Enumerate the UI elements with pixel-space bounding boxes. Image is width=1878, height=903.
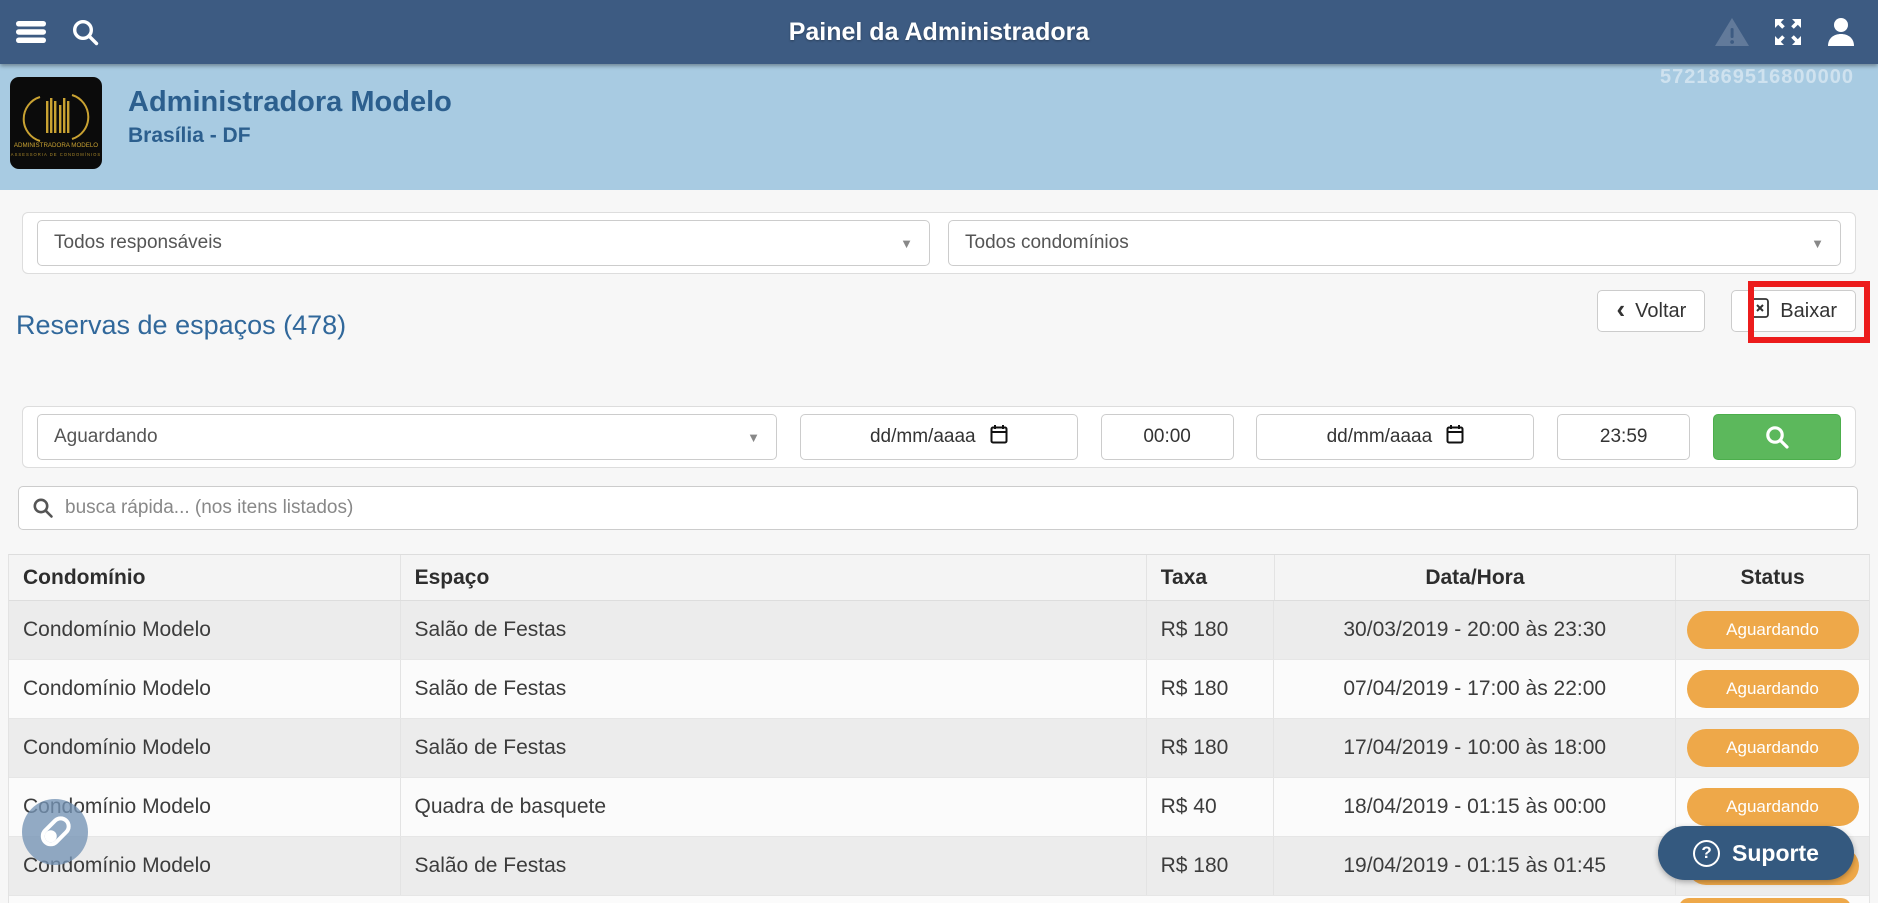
suporte-label: Suporte: [1732, 839, 1819, 866]
cell-espaco: Salão de Festas: [401, 660, 1147, 718]
search-icon[interactable]: [70, 17, 100, 47]
voltar-button[interactable]: ‹ Voltar: [1597, 290, 1706, 332]
condominios-select-value: Todos condomínios: [965, 232, 1129, 253]
chevron-down-icon: ▼: [747, 429, 760, 445]
cell-condominio: Condomínio Modelo: [9, 601, 401, 659]
reservations-table: Condomínio Espaço Taxa Data/Hora Status …: [8, 554, 1870, 903]
cell-taxa: R$ 180: [1147, 719, 1275, 777]
administrator-name: Administradora Modelo: [128, 86, 452, 118]
responsaveis-select-value: Todos responsáveis: [54, 232, 222, 253]
fullscreen-expand-icon[interactable]: [1772, 16, 1804, 48]
chevron-down-icon: ▼: [1811, 235, 1824, 251]
cell-espaco: Quadra de basquete: [401, 778, 1147, 836]
cell-status: Aguardando: [1676, 719, 1869, 777]
cell-taxa: R$ 180: [1147, 837, 1275, 895]
user-profile-icon[interactable]: [1826, 16, 1856, 48]
top-navbar: Painel da Administradora: [0, 0, 1878, 64]
header-espaco: Espaço: [401, 555, 1147, 600]
company-logo: ADMINISTRADORA MODELO ASSESSORIA DE COND…: [10, 77, 102, 169]
status-select-value: Aguardando: [54, 426, 158, 447]
status-select[interactable]: Aguardando ▼: [37, 414, 777, 460]
quick-search-input[interactable]: [18, 486, 1858, 530]
condominios-select[interactable]: Todos condomínios ▼: [948, 220, 1841, 266]
cell-datahora: 18/04/2019 - 01:15 às 00:00: [1274, 778, 1676, 836]
search-icon: [1766, 426, 1789, 449]
time-end-input[interactable]: [1557, 414, 1691, 460]
header-taxa: Taxa: [1147, 555, 1275, 600]
status-badge: Aguardando: [1686, 788, 1859, 826]
header-condominio: Condomínio: [9, 555, 401, 600]
baixar-label: Baixar: [1780, 299, 1837, 322]
page-title: Painel da Administradora: [788, 17, 1090, 46]
top-filters-card: Todos responsáveis ▼ Todos condomínios ▼: [22, 212, 1856, 274]
logo-title-text: ADMINISTRADORA MODELO: [14, 142, 98, 149]
cell-espaco: Salão de Festas: [401, 837, 1147, 895]
search-icon: [32, 497, 54, 524]
responsaveis-select[interactable]: Todos responsáveis ▼: [37, 220, 930, 266]
status-badge: [1679, 898, 1851, 903]
header-status: Status: [1740, 565, 1805, 589]
administrator-city: Brasília - DF: [128, 124, 251, 147]
table-row[interactable]: Condomínio Modelo Salão de Festas R$ 180…: [9, 837, 1869, 896]
quick-search: [18, 486, 1858, 530]
cell-status: Aguardando: [1676, 601, 1869, 659]
suporte-button[interactable]: ? Suporte: [1658, 826, 1854, 880]
chevron-left-icon: ‹: [1616, 294, 1626, 324]
chevron-down-icon: ▼: [900, 235, 913, 251]
cell-espaco: Salão de Festas: [401, 601, 1147, 659]
time-start-input[interactable]: [1100, 414, 1234, 460]
cell-condominio: Condomínio Modelo: [9, 660, 401, 718]
header-datahora: Data/Hora: [1275, 555, 1677, 600]
download-file-icon: [1750, 297, 1770, 325]
status-badge: Aguardando: [1686, 611, 1859, 649]
calendar-icon[interactable]: [990, 424, 1008, 450]
table-row[interactable]: Condomínio Modelo Salão de Festas R$ 180…: [9, 660, 1869, 719]
cell-status: Aguardando: [1676, 660, 1869, 718]
voltar-label: Voltar: [1635, 299, 1687, 322]
feedback-widget-button[interactable]: [22, 799, 88, 865]
search-submit-button[interactable]: [1712, 414, 1841, 460]
cell-taxa: R$ 40: [1147, 778, 1275, 836]
table-row[interactable]: Condomínio Modelo Quadra de basquete R$ …: [9, 778, 1869, 837]
watermark-number: 5721869516800000: [1660, 66, 1854, 88]
baixar-button[interactable]: Baixar: [1731, 290, 1856, 332]
date-end-value: dd/mm/aaaa: [1326, 426, 1433, 447]
date-start-input[interactable]: dd/mm/aaaa: [799, 414, 1078, 460]
cell-taxa: R$ 180: [1147, 660, 1275, 718]
main-content: Todos responsáveis ▼ Todos condomínios ▼…: [0, 190, 1878, 903]
cell-condominio: Condomínio Modelo: [9, 719, 401, 777]
action-buttons: ‹ Voltar Baixar: [1597, 290, 1856, 332]
logo-subtitle-text: ASSESSORIA DE CONDOMÍNIOS: [11, 152, 101, 157]
table-row[interactable]: Condomínio Modelo Salão de Festas R$ 180…: [9, 601, 1869, 660]
cell-datahora: 07/04/2019 - 17:00 às 22:00: [1274, 660, 1676, 718]
cell-datahora: 17/04/2019 - 10:00 às 18:00: [1274, 719, 1676, 777]
section-title: Reservas de espaços (478): [16, 310, 347, 340]
cell-datahora: 30/03/2019 - 20:00 às 23:30: [1274, 601, 1676, 659]
status-badge: Aguardando: [1686, 729, 1859, 767]
hamburger-menu-icon[interactable]: [14, 18, 48, 46]
table-row-partial: [9, 896, 1869, 903]
table-row[interactable]: Condomínio Modelo Salão de Festas R$ 180…: [9, 719, 1869, 778]
question-mark-icon: ?: [1693, 839, 1721, 867]
date-end-input[interactable]: dd/mm/aaaa: [1256, 414, 1535, 460]
status-badge: Aguardando: [1686, 670, 1859, 708]
organization-header: ADMINISTRADORA MODELO ASSESSORIA DE COND…: [0, 64, 1878, 190]
reservation-filters-card: Aguardando ▼ dd/mm/aaaa dd/mm/aaaa: [22, 406, 1856, 468]
cell-datahora: 19/04/2019 - 01:15 às 01:45: [1274, 837, 1676, 895]
calendar-icon[interactable]: [1446, 424, 1464, 450]
warning-triangle-icon[interactable]: [1714, 16, 1750, 48]
app-window: Painel da Administradora ADMINISTRADORA …: [0, 0, 1878, 903]
cell-espaco: Salão de Festas: [401, 719, 1147, 777]
table-header-row: Condomínio Espaço Taxa Data/Hora Status: [9, 555, 1869, 601]
date-start-value: dd/mm/aaaa: [869, 426, 976, 447]
cell-taxa: R$ 180: [1147, 601, 1275, 659]
toggle-heart-icon: [40, 816, 71, 847]
